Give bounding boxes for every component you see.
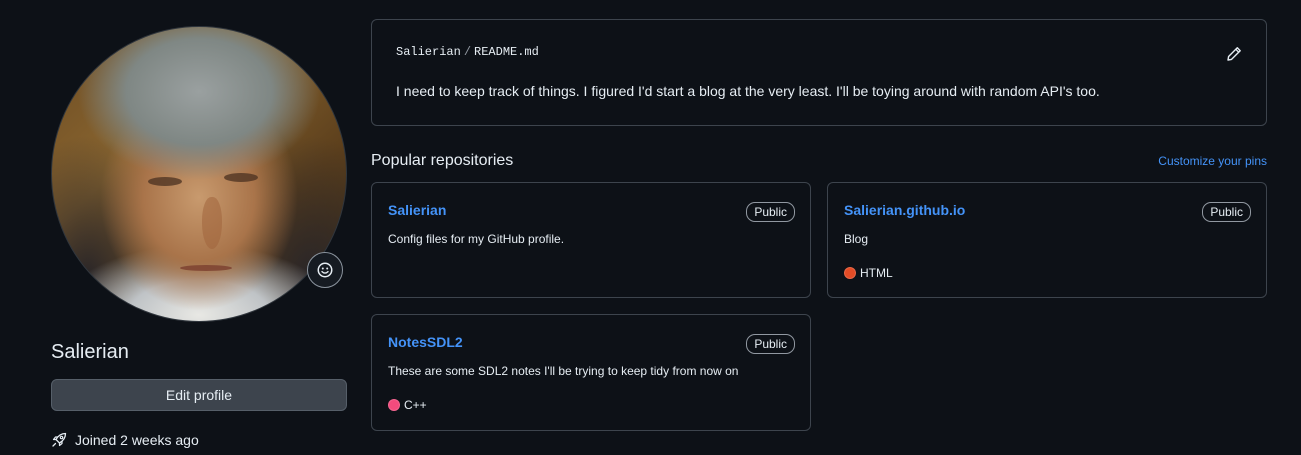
language-color-dot	[388, 399, 400, 411]
visibility-badge: Public	[746, 202, 795, 222]
repo-card: Salierian.github.io Public Blog HTML	[827, 182, 1267, 298]
smiley-icon	[317, 262, 333, 278]
avatar-nose	[202, 197, 222, 249]
readme-path: Salierian / README.md	[396, 45, 539, 59]
visibility-badge: Public	[1202, 202, 1251, 222]
pencil-icon[interactable]	[1226, 46, 1242, 62]
visibility-badge: Public	[746, 334, 795, 354]
popular-repositories-title: Popular repositories	[371, 152, 514, 169]
repo-description: These are some SDL2 notes I'll be trying…	[388, 364, 739, 378]
profile-username: Salierian	[51, 341, 129, 363]
repo-description: Config files for my GitHub profile.	[388, 232, 565, 246]
joined-text: Joined 2 weeks ago	[75, 432, 199, 448]
repo-name-link[interactable]: Salierian	[388, 202, 446, 218]
readme-path-separator: /	[463, 45, 472, 59]
language-name: C++	[404, 398, 427, 412]
readme-file[interactable]: README.md	[474, 45, 539, 59]
customize-pins-link[interactable]: Customize your pins	[1158, 154, 1267, 168]
rocket-icon	[51, 432, 67, 448]
repo-language: C++	[388, 398, 427, 412]
profile-readme: Salierian / README.md I need to keep track…	[371, 19, 1267, 126]
edit-profile-button[interactable]: Edit profile	[51, 379, 347, 411]
repo-language: HTML	[844, 266, 893, 280]
language-color-dot	[844, 267, 856, 279]
language-name: HTML	[860, 266, 893, 280]
repo-card: NotesSDL2 Public These are some SDL2 not…	[371, 314, 811, 431]
repo-description: Blog	[844, 232, 869, 246]
readme-owner[interactable]: Salierian	[396, 45, 461, 59]
repo-name-link[interactable]: NotesSDL2	[388, 334, 463, 350]
joined-info: Joined 2 weeks ago	[51, 432, 199, 448]
readme-body: I need to keep track of things. I figure…	[396, 83, 1100, 99]
avatar-container	[51, 26, 347, 322]
avatar[interactable]	[51, 26, 347, 322]
avatar-mouth	[180, 265, 232, 271]
repo-name-link[interactable]: Salierian.github.io	[844, 202, 965, 218]
set-status-button[interactable]	[307, 252, 343, 288]
avatar-eye-left	[148, 177, 182, 186]
repo-card: Salierian Public Config files for my Git…	[371, 182, 811, 298]
avatar-eye-right	[224, 173, 258, 182]
